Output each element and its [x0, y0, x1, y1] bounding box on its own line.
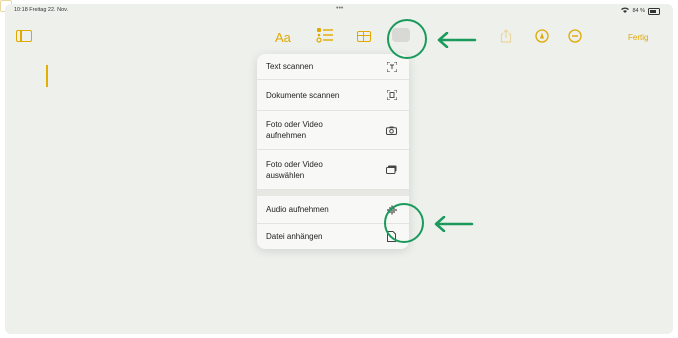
annotation-arrow-icon	[437, 32, 477, 48]
menu-item-take-photo[interactable]: Foto oder Video aufnehmen	[257, 111, 409, 150]
camera-icon	[386, 125, 397, 136]
menu-item-label: Audio aufnehmen	[266, 205, 329, 214]
multitasking-dots[interactable]: •••	[336, 5, 343, 12]
menu-item-choose-photo[interactable]: Foto oder Video auswählen	[257, 150, 409, 190]
sidebar-toggle-icon[interactable]	[16, 30, 32, 42]
format-button[interactable]: Aa	[275, 30, 291, 45]
menu-item-label: Datei anhängen	[266, 232, 323, 241]
menu-item-label: Foto oder Video auswählen	[266, 159, 323, 180]
done-button[interactable]: Fertig	[628, 33, 648, 42]
more-options-icon[interactable]	[568, 29, 582, 43]
annotation-arrow-icon	[434, 216, 474, 232]
menu-item-doc-scan[interactable]: Dokumente scannen	[257, 80, 409, 111]
menu-item-label: Text scannen	[266, 62, 314, 71]
markup-icon[interactable]	[535, 29, 549, 43]
battery-percent: 84 %	[632, 8, 645, 14]
text-cursor	[46, 65, 48, 87]
text-scan-icon	[386, 61, 397, 72]
menu-item-label: Foto oder Video aufnehmen	[266, 120, 323, 140]
table-icon[interactable]	[357, 31, 371, 42]
battery-icon	[648, 7, 660, 15]
wifi-icon	[621, 7, 630, 15]
doc-scan-icon	[386, 90, 397, 101]
annotation-circle-attachment	[387, 19, 427, 59]
menu-item-label: Dokumente scannen	[266, 90, 340, 100]
photo-library-icon	[386, 164, 397, 175]
share-icon[interactable]	[500, 29, 512, 43]
status-right: 84 %	[621, 7, 660, 15]
annotation-circle-audio	[384, 203, 424, 243]
menu-item-text-scan[interactable]: Text scannen	[257, 54, 409, 80]
status-datetime: 10:18 Freitag 22. Nov.	[14, 7, 69, 13]
checklist-icon[interactable]	[316, 27, 334, 45]
